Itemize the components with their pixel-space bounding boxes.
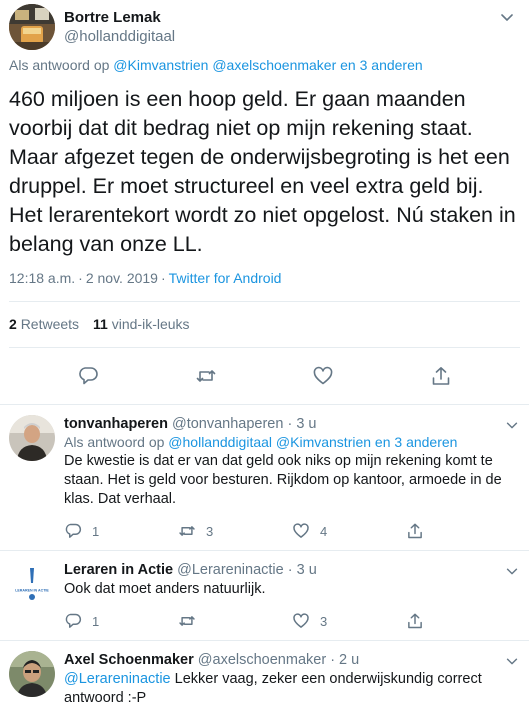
avatar[interactable] xyxy=(9,651,55,697)
share-icon xyxy=(406,522,424,540)
reply-handle[interactable]: @tonvanhaperen xyxy=(172,416,283,432)
share-button[interactable] xyxy=(406,612,520,630)
reply-body: Axel Schoenmaker @axelschoenmaker · 2 u … xyxy=(64,651,520,708)
meta-separator: · xyxy=(78,270,83,286)
reply-button[interactable]: 1 xyxy=(64,522,178,540)
reply-icon[interactable] xyxy=(77,365,99,387)
likes-count: 11 xyxy=(93,316,108,332)
reply-icon xyxy=(64,522,82,540)
tweet-thread: Bortre Lemak @hollanddigitaal Als antwoo… xyxy=(0,0,529,706)
tweet-source[interactable]: Twitter for Android xyxy=(169,270,282,286)
retweet-icon xyxy=(178,612,196,630)
reply-time[interactable]: · 2 u xyxy=(330,652,359,668)
like-button[interactable]: 3 xyxy=(292,612,406,630)
reply-avatar-col xyxy=(9,415,55,550)
replying-prefix: Als antwoord op xyxy=(9,57,110,73)
reply-count: 1 xyxy=(92,613,100,629)
reply-display-name[interactable]: Leraren in Actie xyxy=(64,562,173,578)
reply-tweet[interactable]: Axel Schoenmaker @axelschoenmaker · 2 u … xyxy=(0,641,529,708)
retweet-button[interactable] xyxy=(178,612,292,630)
avatar[interactable] xyxy=(9,415,55,461)
reply-count: 1 xyxy=(92,523,100,539)
main-tweet: Bortre Lemak @hollanddigitaal Als antwoo… xyxy=(0,0,529,405)
reply-tweet[interactable]: LERAREN IN ACTIE Leraren in Actie @Lerar… xyxy=(0,551,529,641)
reply-button[interactable]: 1 xyxy=(64,612,178,630)
share-button[interactable] xyxy=(406,522,520,540)
main-tweet-names: Bortre Lemak @hollanddigitaal xyxy=(64,8,175,46)
author-handle[interactable]: @hollanddigitaal xyxy=(64,27,175,46)
retweet-count: 3 xyxy=(206,523,214,539)
reply-handle[interactable]: @Lerareninactie xyxy=(177,562,284,578)
like-count: 4 xyxy=(320,523,328,539)
reply-actions: 1 3 xyxy=(64,602,520,640)
reply-body: Leraren in Actie @Lerareninactie · 3 u O… xyxy=(64,561,520,640)
leraren-in-actie-logo: LERAREN IN ACTIE xyxy=(9,561,55,607)
reply-time[interactable]: · 3 u xyxy=(288,562,317,578)
retweet-button[interactable]: 3 xyxy=(178,522,292,540)
reply-avatar-col: LERAREN IN ACTIE xyxy=(9,561,55,640)
reply-header: Axel Schoenmaker @axelschoenmaker · 2 u xyxy=(64,651,520,669)
chevron-down-icon[interactable] xyxy=(504,653,520,669)
main-tweet-author: Bortre Lemak @hollanddigitaal xyxy=(9,0,520,54)
retweets-count: 2 xyxy=(9,316,17,332)
reply-text: Ook dat moet anders natuurlijk. xyxy=(64,581,266,597)
likes-label: vind-ik-leuks xyxy=(111,316,190,332)
like-count: 3 xyxy=(320,613,328,629)
chevron-down-icon[interactable] xyxy=(504,417,520,433)
avatar[interactable] xyxy=(9,4,55,50)
reply-header: Leraren in Actie @Lerareninactie · 3 u xyxy=(64,561,520,579)
retweets-stat[interactable]: 2 Retweets xyxy=(9,316,79,332)
mention-link[interactable]: @Lerareninactie xyxy=(64,671,171,687)
reply-text: De kwestie is dat er van dat geld ook ni… xyxy=(64,453,502,507)
replying-to: Als antwoord op @Kimvanstrien @axelschoe… xyxy=(9,57,520,74)
chevron-down-icon[interactable] xyxy=(498,8,516,26)
retweets-label: Retweets xyxy=(20,316,80,332)
share-icon[interactable] xyxy=(430,365,452,387)
reply-time[interactable]: · 3 u xyxy=(287,416,316,432)
like-icon xyxy=(292,522,310,540)
likes-stat[interactable]: 11 vind-ik-leuks xyxy=(93,316,190,332)
replying-to-link[interactable]: @hollanddigitaal @Kimvanstrien en 3 ande… xyxy=(168,434,457,450)
tweet-date[interactable]: 2 nov. 2019 xyxy=(86,270,158,286)
avatar[interactable]: LERAREN IN ACTIE xyxy=(9,561,55,607)
like-icon xyxy=(292,612,310,630)
like-button[interactable]: 4 xyxy=(292,522,406,540)
replying-prefix: Als antwoord op xyxy=(64,434,165,450)
tweet-time[interactable]: 12:18 a.m. xyxy=(9,270,75,286)
reply-actions: 1 3 4 xyxy=(64,512,520,550)
replying-to-link[interactable]: @Kimvanstrien @axelschoenmaker en 3 ande… xyxy=(113,57,422,73)
main-tweet-text: 460 miljoen is een hoop geld. Er gaan ma… xyxy=(9,87,516,256)
reply-display-name[interactable]: Axel Schoenmaker xyxy=(64,652,194,668)
meta-separator: · xyxy=(160,270,166,286)
like-icon[interactable] xyxy=(312,365,334,387)
tweet-meta: 12:18 a.m. · 2 nov. 2019 · Twitter for Andro… xyxy=(9,270,520,302)
author-display-name[interactable]: Bortre Lemak xyxy=(64,8,175,27)
retweet-icon[interactable] xyxy=(195,365,217,387)
reply-icon xyxy=(64,612,82,630)
svg-text:LERAREN IN ACTIE: LERAREN IN ACTIE xyxy=(15,589,49,593)
reply-body: tonvanhaperen @tonvanhaperen · 3 u Als a… xyxy=(64,415,520,550)
tweet-stats: 2 Retweets 11 vind-ik-leuks xyxy=(9,302,520,348)
chevron-down-icon[interactable] xyxy=(504,563,520,579)
replying-to: Als antwoord op @hollanddigitaal @Kimvan… xyxy=(64,433,520,451)
main-tweet-actions xyxy=(9,348,520,404)
reply-tweet[interactable]: tonvanhaperen @tonvanhaperen · 3 u Als a… xyxy=(0,405,529,551)
reply-text: @Lerareninactie Lekker vaag, zeker een o… xyxy=(64,670,520,708)
reply-handle[interactable]: @axelschoenmaker xyxy=(198,652,326,668)
reply-header: tonvanhaperen @tonvanhaperen · 3 u xyxy=(64,415,520,433)
reply-display-name[interactable]: tonvanhaperen xyxy=(64,416,168,432)
reply-avatar-col xyxy=(9,651,55,708)
share-icon xyxy=(406,612,424,630)
retweet-icon xyxy=(178,522,196,540)
